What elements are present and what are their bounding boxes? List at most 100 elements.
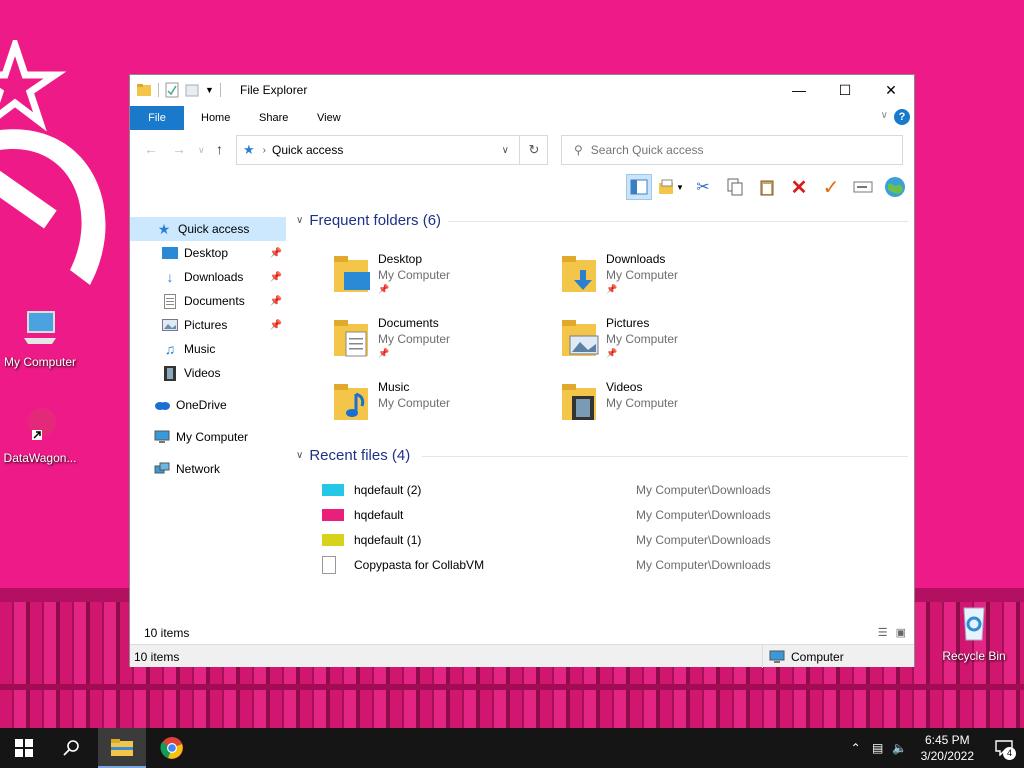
recent-file-row[interactable]: hqdefault (2) My Computer\Downloads xyxy=(322,479,902,501)
desktop-icon xyxy=(162,245,178,261)
search-input[interactable] xyxy=(590,143,891,157)
search-button[interactable] xyxy=(48,728,96,768)
window-title: File Explorer xyxy=(240,83,308,97)
pictures-folder-icon xyxy=(562,320,599,356)
file-name: hqdefault (1) xyxy=(354,533,422,547)
nav-item-desktop[interactable]: Desktop 📌 xyxy=(130,241,286,265)
folder-tile-videos[interactable]: Videos My Computer xyxy=(560,380,780,440)
folder-tile-music[interactable]: Music My Computer xyxy=(332,380,552,440)
clock[interactable]: 6:45 PM 3/20/2022 xyxy=(921,732,974,764)
recent-files-header[interactable]: ∨ Recent files (4) xyxy=(296,445,410,465)
nav-item-music[interactable]: ♫ Music xyxy=(130,337,286,361)
minimize-button[interactable]: — xyxy=(776,75,822,105)
picture-icon xyxy=(162,317,178,333)
recent-file-row[interactable]: hqdefault My Computer\Downloads xyxy=(322,504,902,526)
address-dropdown-icon[interactable]: ∨ xyxy=(502,145,509,156)
taskbar-file-explorer[interactable] xyxy=(98,728,146,768)
large-icons-view-icon[interactable]: ▣ xyxy=(896,626,906,639)
pin-icon[interactable]: 📌 xyxy=(270,248,282,259)
divider xyxy=(422,456,908,457)
nav-item-documents[interactable]: Documents 📌 xyxy=(130,289,286,313)
delete-button[interactable]: ✕ xyxy=(786,174,812,200)
tab-file[interactable]: File xyxy=(130,106,184,130)
notification-center-button[interactable]: 4 xyxy=(984,728,1024,768)
properties-icon[interactable] xyxy=(165,82,179,98)
recent-file-row[interactable]: Copypasta for CollabVM My Computer\Downl… xyxy=(322,554,902,576)
frequent-folders-header[interactable]: ∨ Frequent folders (6) xyxy=(296,210,441,230)
pin-icon[interactable]: 📌 xyxy=(270,272,282,283)
pin-icon: 📌 xyxy=(378,348,390,358)
pin-icon: 📌 xyxy=(606,284,618,294)
desktop-icon-label: DataWagon... xyxy=(3,451,77,465)
nav-item-downloads[interactable]: ↓ Downloads 📌 xyxy=(130,265,286,289)
maximize-button[interactable]: ☐ xyxy=(822,75,868,105)
rename-button[interactable] xyxy=(850,174,876,200)
details-view-icon[interactable]: ☰ xyxy=(878,626,888,639)
quick-access-star-icon: ★ xyxy=(157,220,171,237)
paste-button[interactable] xyxy=(754,174,780,200)
desktop-icon-my-computer[interactable]: My Computer xyxy=(0,308,80,369)
new-folder-icon[interactable] xyxy=(185,82,199,98)
nav-item-label: Documents xyxy=(184,294,245,308)
tab-share[interactable]: Share xyxy=(246,106,301,130)
nav-item-quick-access[interactable]: ★ Quick access xyxy=(130,217,286,241)
collapse-chevron-icon[interactable]: ∨ xyxy=(296,215,303,226)
pin-icon[interactable]: 📌 xyxy=(270,320,282,331)
customize-qat-dropdown-icon[interactable]: ▼ xyxy=(205,85,214,95)
desktop-icon-datawagon[interactable]: DataWagon... xyxy=(0,404,80,465)
tab-view[interactable]: View xyxy=(304,106,354,130)
folder-tile-desktop[interactable]: Desktop My Computer 📌 xyxy=(332,252,552,312)
tab-home[interactable]: Home xyxy=(188,106,243,130)
forward-arrow-icon[interactable]: → xyxy=(172,141,186,157)
folder-icon xyxy=(137,84,151,96)
nav-item-pictures[interactable]: Pictures 📌 xyxy=(130,313,286,337)
cut-button[interactable]: ✂ xyxy=(690,174,716,200)
address-text: Quick access xyxy=(272,143,344,157)
start-button[interactable] xyxy=(0,728,48,768)
quick-access-star-icon: ★ xyxy=(243,142,255,157)
nav-item-label: Downloads xyxy=(184,270,244,284)
globe-button[interactable] xyxy=(882,174,908,200)
nav-item-network[interactable]: Network xyxy=(130,457,286,481)
layout-button[interactable]: ▼ xyxy=(658,174,684,200)
expand-ribbon-icon[interactable]: ∨ xyxy=(881,110,888,121)
recent-file-row[interactable]: hqdefault (1) My Computer\Downloads xyxy=(322,529,902,551)
volume-icon[interactable]: 🔈 xyxy=(889,741,911,755)
title-bar[interactable]: ▼ File Explorer — ☐ ✕ xyxy=(130,75,914,105)
recent-locations-dropdown-icon[interactable]: ∨ xyxy=(198,145,205,156)
pin-icon[interactable]: 📌 xyxy=(270,296,282,307)
text-file-icon xyxy=(322,556,336,574)
folder-location: My Computer xyxy=(378,268,451,282)
folder-tile-downloads[interactable]: Downloads My Computer 📌 xyxy=(560,252,780,312)
checkmark-icon: ✓ xyxy=(822,176,840,199)
file-name: hqdefault (2) xyxy=(354,483,422,497)
back-arrow-icon[interactable]: ← xyxy=(144,141,158,157)
nav-item-onedrive[interactable]: OneDrive xyxy=(130,393,286,417)
breadcrumb-chevron-icon[interactable]: › xyxy=(263,145,266,156)
search-box[interactable]: ⚲ xyxy=(561,135,903,165)
nav-item-videos[interactable]: Videos xyxy=(130,361,286,385)
taskbar-chrome[interactable] xyxy=(148,728,196,768)
music-note-icon: ♫ xyxy=(164,341,176,357)
close-button[interactable]: ✕ xyxy=(868,75,914,105)
view-buttons: ☰ ▣ xyxy=(878,626,906,639)
up-arrow-icon[interactable]: ↑ xyxy=(216,141,223,157)
desktop-icon-recycle-bin[interactable]: Recycle Bin xyxy=(934,602,1014,663)
nav-item-my-computer[interactable]: My Computer xyxy=(130,425,286,449)
copy-button[interactable] xyxy=(722,174,748,200)
help-icon[interactable]: ? xyxy=(894,109,910,125)
network-icon[interactable]: ▤ xyxy=(867,741,889,755)
collapse-chevron-icon[interactable]: ∨ xyxy=(296,450,303,461)
navigation-pane-button[interactable] xyxy=(626,174,652,200)
folder-tile-pictures[interactable]: Pictures My Computer 📌 xyxy=(560,316,780,376)
status-zone: Computer xyxy=(762,645,844,668)
folder-tile-documents[interactable]: Documents My Computer 📌 xyxy=(332,316,552,376)
show-hidden-icons-chevron-icon[interactable]: ⌃ xyxy=(845,741,867,755)
paste-icon xyxy=(760,180,774,196)
address-bar[interactable]: ★ › Quick access ∨ xyxy=(236,135,548,165)
refresh-button[interactable]: ↻ xyxy=(519,135,548,165)
select-button[interactable]: ✓ xyxy=(818,174,844,200)
search-icon xyxy=(63,740,79,756)
status-bar: 10 items Computer xyxy=(130,644,914,668)
globe-icon xyxy=(885,177,905,197)
